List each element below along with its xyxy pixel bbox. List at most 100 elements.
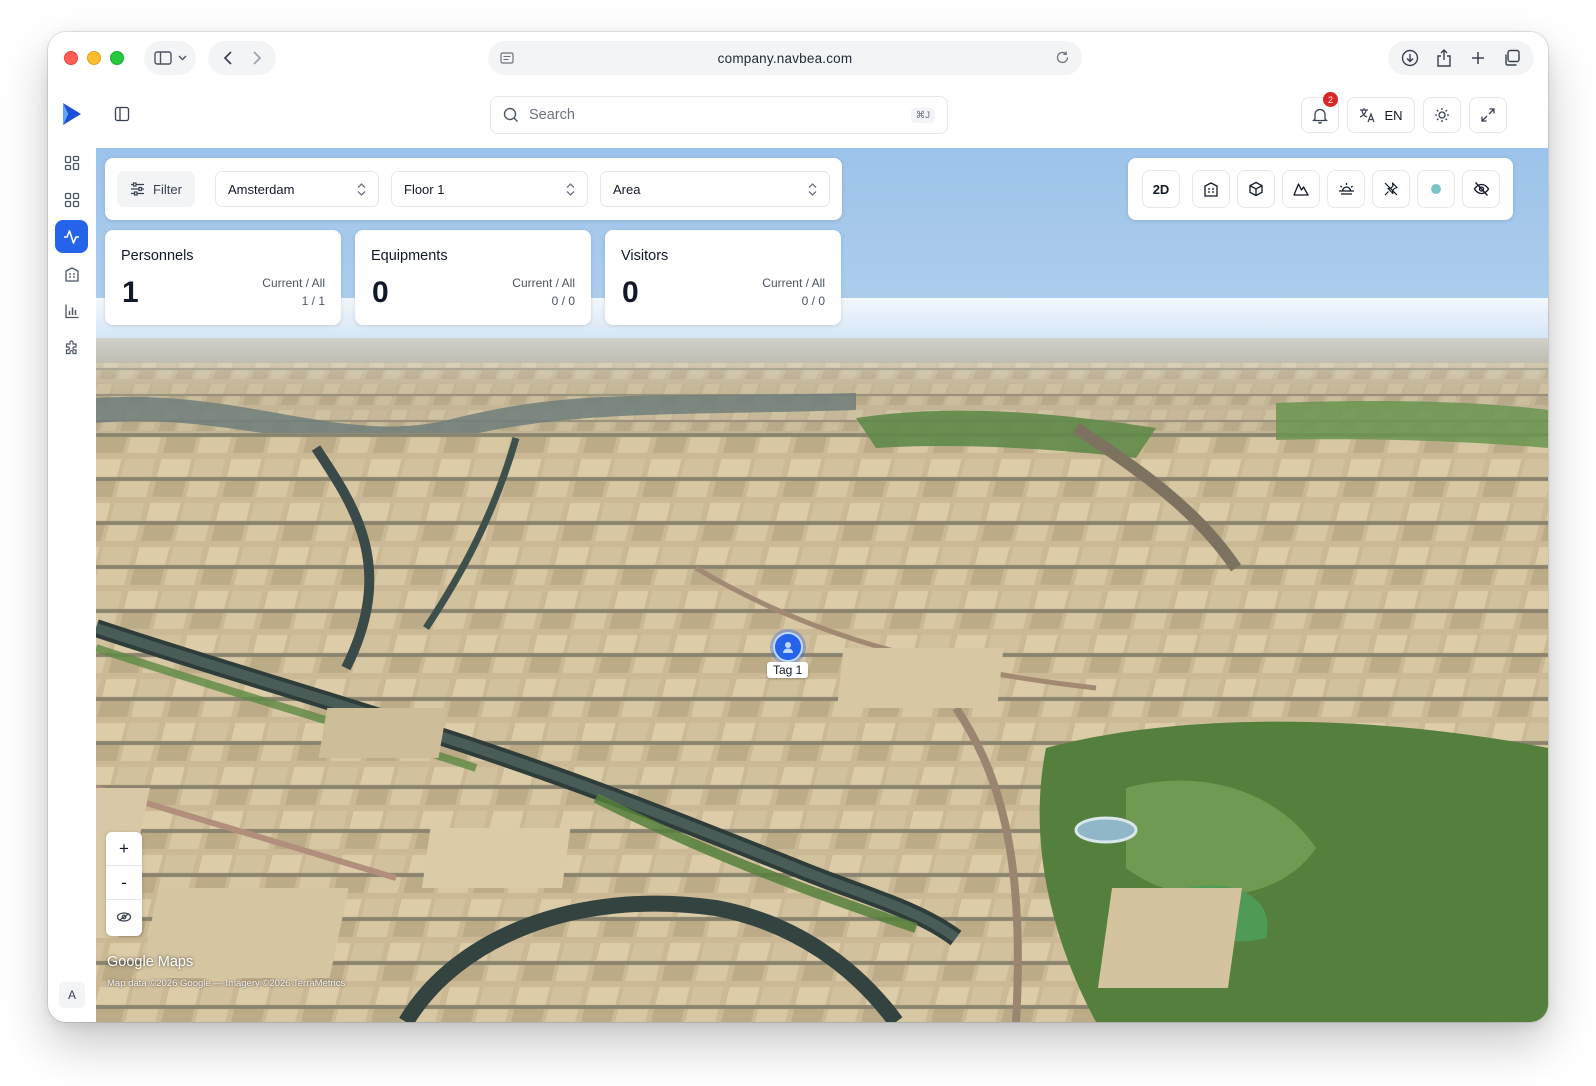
tabs-icon — [1505, 49, 1520, 66]
download-icon — [1401, 49, 1419, 67]
chevron-up-down-icon — [566, 182, 575, 196]
search-input[interactable] — [529, 107, 911, 123]
building-view-icon — [1204, 182, 1218, 197]
map-brand: Google Maps — [107, 954, 194, 970]
chevron-down-icon — [178, 55, 186, 61]
map-view[interactable]: Filter Amsterdam Floor 1 Area Personnels… — [96, 148, 1548, 1022]
stat-card-personnels[interactable]: Personnels 1 Current / All 1 / 1 — [105, 230, 341, 325]
close-window-button[interactable] — [64, 51, 78, 65]
share-button[interactable] — [1428, 43, 1460, 73]
theme-toggle-button[interactable] — [1423, 97, 1461, 133]
browser-toolbar: company.navbea.com — [48, 32, 1548, 84]
stat-title: Personnels — [121, 248, 194, 264]
orbit-icon — [116, 912, 132, 922]
terrain-button[interactable] — [1282, 170, 1320, 208]
forward-icon[interactable] — [252, 50, 262, 66]
language-button[interactable]: EN — [1347, 97, 1415, 133]
floor-select[interactable]: Floor 1 — [391, 171, 588, 207]
area-select-value: Area — [613, 181, 641, 197]
stat-value: 1 / 1 — [301, 294, 325, 308]
hide-layers-button[interactable] — [1462, 170, 1500, 208]
browser-sidebar-toggle[interactable] — [144, 41, 196, 75]
sidebar-item-dashboard[interactable] — [55, 146, 88, 179]
bar-chart-icon — [64, 304, 78, 318]
sidebar-item-reports[interactable] — [55, 294, 88, 327]
plus-icon — [1472, 52, 1484, 64]
city-select[interactable]: Amsterdam — [215, 171, 379, 207]
panel-toggle-icon[interactable] — [114, 106, 130, 122]
terrain-icon — [1293, 183, 1309, 196]
translate-icon — [1360, 108, 1376, 123]
stat-count: 0 — [622, 276, 639, 309]
view-rotate-button[interactable] — [106, 900, 142, 934]
notification-badge: 2 — [1323, 92, 1338, 107]
lighting-button[interactable] — [1327, 170, 1365, 208]
new-tab-button[interactable] — [1462, 43, 1494, 73]
notifications-button[interactable]: 2 — [1301, 92, 1339, 133]
area-select[interactable]: Area — [600, 171, 830, 207]
reload-icon[interactable] — [1055, 50, 1070, 65]
fullscreen-button[interactable] — [1469, 97, 1507, 133]
stat-count: 1 — [122, 276, 139, 309]
sunrise-icon — [1338, 183, 1354, 195]
url-text[interactable]: company.navbea.com — [718, 51, 853, 66]
stat-card-visitors[interactable]: Visitors 0 Current / All 0 / 0 — [605, 230, 841, 325]
tab-overview-button[interactable] — [1496, 43, 1528, 73]
minimize-window-button[interactable] — [87, 51, 101, 65]
stat-title: Visitors — [621, 248, 669, 264]
maximize-window-button[interactable] — [110, 51, 124, 65]
sidebar-icon — [153, 51, 172, 65]
puzzle-icon — [65, 339, 77, 354]
tag-marker[interactable] — [773, 632, 803, 662]
back-icon[interactable] — [223, 50, 233, 66]
stat-count: 0 — [372, 276, 389, 309]
stat-title: Equipments — [371, 248, 448, 264]
person-pin-icon — [783, 642, 793, 653]
browser-actions — [1388, 41, 1534, 75]
dot-icon — [1431, 184, 1441, 194]
zoom-out-button[interactable]: - — [106, 866, 142, 900]
filter-label: Filter — [153, 181, 182, 197]
apps-grid-icon — [64, 192, 79, 207]
search-icon — [503, 107, 518, 122]
cube-icon — [1249, 181, 1263, 197]
map-attribution[interactable]: Map data ©2026 Google — Imagery ©2026 Te… — [107, 978, 345, 989]
app-header: ⌘J 2 EN — [96, 84, 1548, 148]
downloads-button[interactable] — [1394, 43, 1426, 73]
status-dot-button[interactable] — [1417, 170, 1455, 208]
sidebar-item-integrations[interactable] — [55, 331, 88, 364]
reader-icon[interactable] — [500, 51, 514, 65]
eye-off-icon — [1473, 182, 1489, 196]
browser-window: company.navbea.com A Search ⌘J 2 EN Filt… — [48, 32, 1548, 1022]
mode-2d-button[interactable]: 2D — [1142, 170, 1180, 208]
sliders-icon — [131, 182, 145, 196]
dashboard-icon — [64, 155, 79, 170]
floor-select-value: Floor 1 — [404, 181, 445, 197]
stat-label: Current / All — [762, 276, 825, 290]
expand-icon — [1481, 108, 1495, 122]
stat-card-equipments[interactable]: Equipments 0 Current / All 0 / 0 — [355, 230, 591, 325]
history-nav — [208, 41, 276, 75]
sidebar-item-buildings[interactable] — [55, 257, 88, 290]
navbea-logo[interactable] — [61, 102, 83, 126]
filter-button[interactable]: Filter — [117, 171, 195, 207]
tag-label[interactable]: Tag 1 — [767, 662, 809, 678]
sidebar-item-apps[interactable] — [55, 183, 88, 216]
language-label: EN — [1384, 107, 1403, 123]
stat-value: 0 / 0 — [551, 294, 575, 308]
stat-value: 0 / 0 — [801, 294, 825, 308]
zoom-in-button[interactable]: + — [106, 832, 142, 866]
sidebar-item-activity[interactable] — [55, 220, 88, 253]
3d-model-button[interactable] — [1237, 170, 1275, 208]
search-bar[interactable]: ⌘J — [490, 96, 948, 134]
sun-icon — [1435, 108, 1449, 122]
address-bar[interactable]: company.navbea.com — [488, 41, 1082, 75]
avatar[interactable]: A — [59, 982, 85, 1008]
filter-panel: Filter Amsterdam Floor 1 Area — [105, 158, 842, 220]
building-view-button[interactable] — [1192, 170, 1230, 208]
pin-toggle-button[interactable] — [1372, 170, 1410, 208]
city-select-value: Amsterdam — [228, 181, 295, 197]
share-icon — [1437, 49, 1451, 67]
map-tools-panel: 2D — [1128, 158, 1513, 220]
activity-icon — [64, 229, 79, 244]
